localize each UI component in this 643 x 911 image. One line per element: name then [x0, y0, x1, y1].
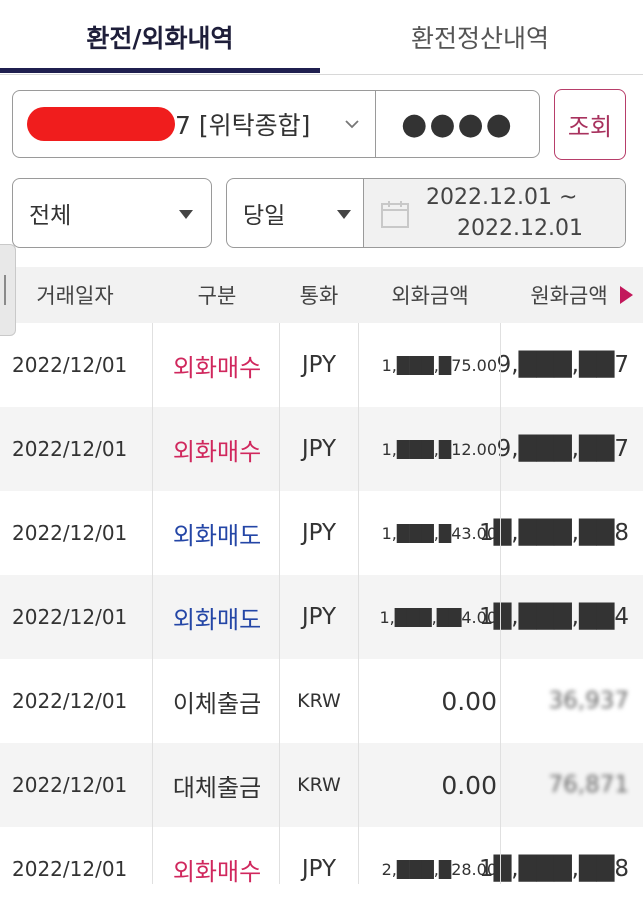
row-currency: JPY [301, 856, 337, 882]
table-row[interactable]: 2022/12/01 대체출금 KRW 0.00 76,871 [0, 743, 643, 827]
row-date: 2022/12/01 [12, 437, 128, 461]
account-select[interactable]: 7 [위탁종합] [13, 91, 376, 157]
table-row[interactable]: 2022/12/01 외화매도 JPY 1,███,██4.00 1█,███,██4 [0, 575, 643, 659]
date-to: 2022.12.01 [457, 216, 583, 241]
active-tab-indicator [0, 68, 320, 73]
row-krw-amount: 76,871 [548, 772, 629, 798]
row-type: 대체출금 [172, 773, 262, 802]
row-currency: JPY [301, 352, 337, 378]
table-row[interactable]: 2022/12/01 외화매수 JPY 1,███,█12.00 9,███,██7 [0, 407, 643, 491]
dropdown-arrow-icon [337, 210, 351, 219]
row-type: 외화매수 [172, 353, 262, 382]
table-header: 거래일자 구분 통화 외화금액 원화금액 [0, 267, 643, 323]
date-range[interactable]: 2022.12.01 ~ 2022.12.01 [364, 179, 625, 247]
row-currency: KRW [297, 690, 341, 712]
account-box: 7 [위탁종합] ●●●● [12, 90, 540, 158]
row-krw-amount: 1█,███,██4 [478, 604, 629, 630]
column-divider [279, 323, 280, 884]
row-krw-amount: 1█,███,██8 [478, 520, 629, 546]
row-currency: JPY [301, 436, 337, 462]
date-from: 2022.12.01 ~ [426, 185, 578, 210]
table-row[interactable]: 2022/12/01 외화매수 JPY 2,███,█28.00 1█,███,██8 [0, 827, 643, 911]
row-type: 외화매수 [172, 857, 262, 886]
row-krw-amount: 9,███,██7 [496, 436, 629, 462]
row-currency: JPY [301, 604, 337, 630]
column-divider [152, 323, 153, 884]
row-fx-amount: 0.00 [441, 770, 497, 800]
scroll-right-arrow-icon[interactable] [620, 286, 633, 304]
period-value: 당일 [243, 203, 286, 229]
row-date: 2022/12/01 [12, 689, 128, 713]
column-header-currency: 통화 [299, 284, 339, 308]
row-fx-amount: 1,███,█75.00 [381, 355, 497, 375]
row-fx-amount: 1,███,█43.00 [381, 523, 497, 543]
table-row[interactable]: 2022/12/01 외화매수 JPY 1,███,█75.00 9,███,██7 [0, 323, 643, 407]
calendar-icon [381, 201, 409, 228]
dropdown-arrow-icon [179, 210, 193, 219]
row-fx-amount: 2,███,█28.00 [381, 859, 497, 879]
type-filter-value: 전체 [29, 203, 72, 229]
column-divider [500, 323, 501, 884]
redaction-mark [27, 107, 175, 141]
inquiry-button[interactable]: 조회 [554, 89, 626, 160]
row-krw-amount: 1█,███,██8 [478, 856, 629, 882]
row-type: 외화매도 [172, 521, 262, 550]
row-date: 2022/12/01 [12, 353, 128, 377]
row-date: 2022/12/01 [12, 857, 128, 881]
row-date: 2022/12/01 [12, 521, 128, 545]
column-header-date: 거래일자 [36, 284, 114, 308]
table-row[interactable]: 2022/12/01 외화매도 JPY 1,███,█43.00 1█,███,██8 [0, 491, 643, 575]
row-krw-amount: 9,███,██7 [496, 352, 629, 378]
chevron-down-icon [345, 120, 359, 129]
row-type: 이체출금 [172, 689, 262, 718]
period-select[interactable]: 당일 [227, 179, 364, 247]
row-fx-amount: 0.00 [441, 686, 497, 716]
tab-exchange-history[interactable]: 환전/외화내역 [0, 0, 320, 74]
row-currency: KRW [297, 774, 341, 796]
period-filter: 당일 2022.12.01 ~ 2022.12.01 [226, 178, 626, 248]
column-divider [358, 323, 359, 884]
row-type: 외화매수 [172, 437, 262, 466]
column-header-fx-amount: 외화금액 [391, 284, 469, 308]
password-field[interactable]: ●●●● [376, 91, 539, 157]
table-row[interactable]: 2022/12/01 이체출금 KRW 0.00 36,937 [0, 659, 643, 743]
row-fx-amount: 1,███,██4.00 [379, 607, 498, 627]
row-date: 2022/12/01 [12, 773, 128, 797]
account-number: 7 [위탁종합] [175, 111, 311, 140]
row-currency: JPY [301, 520, 337, 546]
row-date: 2022/12/01 [12, 605, 128, 629]
row-krw-amount: 36,937 [548, 688, 629, 714]
column-header-krw-amount: 원화금액 [530, 284, 608, 308]
tab-exchange-settlement[interactable]: 환전정산내역 [320, 0, 640, 74]
column-header-type: 구분 [197, 284, 237, 308]
tab-bar: 환전/외화내역 환전정산내역 [0, 0, 643, 75]
type-filter-select[interactable]: 전체 [12, 178, 212, 248]
row-fx-amount: 1,███,█12.00 [381, 439, 497, 459]
row-type: 외화매도 [172, 605, 262, 634]
